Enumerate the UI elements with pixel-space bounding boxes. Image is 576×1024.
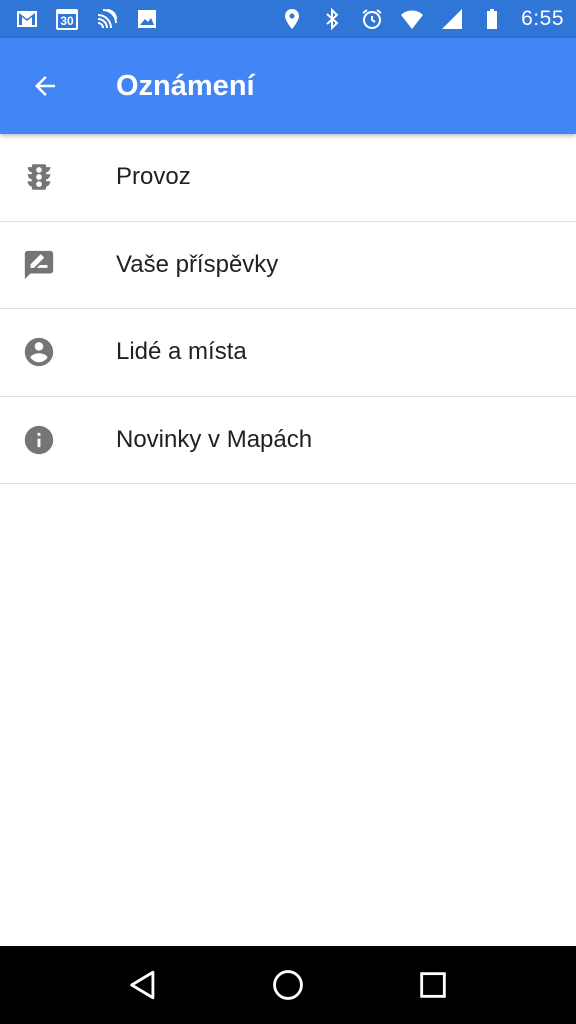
calendar-icon: 30 (54, 7, 80, 31)
app-bar: Oznámení (0, 38, 576, 134)
alarm-icon (359, 7, 385, 31)
list-item-contributions[interactable]: Vaše příspěvky (0, 221, 576, 309)
status-bar: 30 6:55 (0, 0, 576, 38)
nav-recents-button[interactable] (403, 955, 463, 1015)
list-item-label: Vaše příspěvky (116, 250, 279, 278)
info-icon (0, 396, 78, 483)
battery-icon (479, 7, 505, 31)
page-title: Oznámení (116, 69, 255, 102)
notifications-list: Provoz Vaše příspěvky Lidé a místa Novin… (0, 134, 576, 484)
image-icon (134, 7, 160, 31)
list-item-label: Lidé a místa (116, 338, 247, 366)
status-left: 30 (14, 7, 160, 31)
list-item-label: Provoz (116, 163, 191, 191)
location-icon (279, 7, 305, 31)
cast-icon (94, 7, 120, 31)
calendar-day: 30 (60, 14, 74, 28)
nav-back-button[interactable] (113, 955, 173, 1015)
rate-review-icon (0, 221, 78, 308)
back-icon (129, 970, 154, 1000)
traffic-light-icon (0, 134, 78, 221)
status-time: 6:55 (521, 7, 564, 30)
home-icon (273, 970, 303, 1000)
navigation-bar (0, 946, 576, 1024)
list-item-traffic[interactable]: Provoz (0, 134, 576, 222)
gmail-icon (14, 7, 40, 31)
back-button[interactable] (0, 38, 90, 134)
account-circle-icon (0, 309, 78, 396)
list-item-label: Novinky v Mapách (116, 425, 313, 453)
list-item-maps-news[interactable]: Novinky v Mapách (0, 396, 576, 484)
signal-icon (439, 7, 465, 31)
nav-home-button[interactable] (258, 955, 318, 1015)
arrow-back-icon (35, 76, 55, 96)
list-item-people-places[interactable]: Lidé a místa (0, 309, 576, 397)
bluetooth-icon (319, 7, 345, 31)
status-right: 6:55 (279, 7, 564, 31)
recents-icon (420, 972, 447, 998)
wifi-icon (399, 7, 425, 31)
